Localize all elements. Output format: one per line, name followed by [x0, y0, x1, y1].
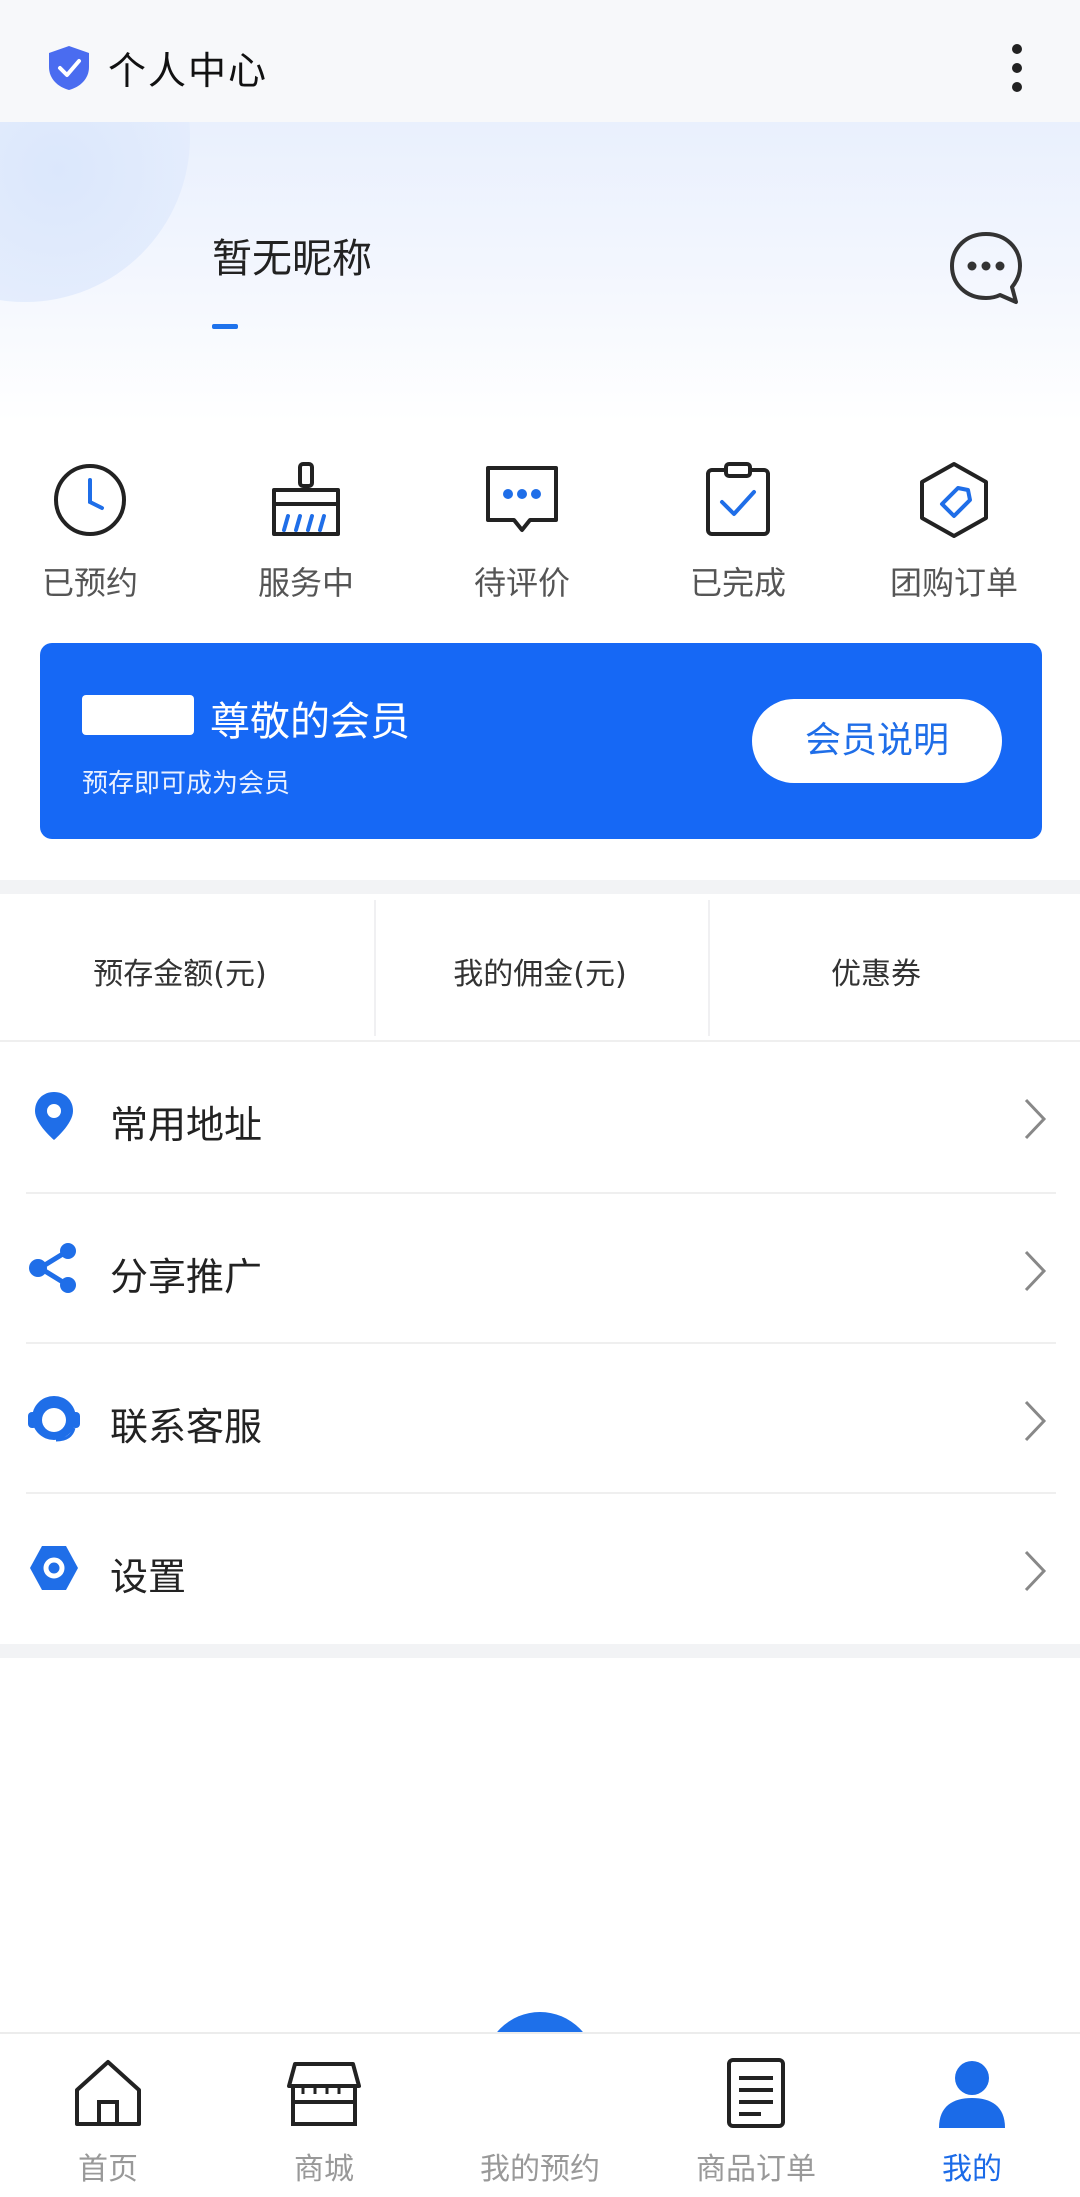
clock-icon — [54, 464, 126, 536]
menu-divider — [26, 1342, 1056, 1344]
avatar-placeholder[interactable] — [0, 122, 190, 302]
menu-item-share[interactable]: 分享推广 — [0, 1196, 1080, 1346]
member-title: 尊敬的会员 — [210, 699, 410, 745]
app-bar: 个人中心 — [0, 0, 1080, 122]
quick-completed[interactable]: 已完成 — [648, 440, 828, 610]
menu-item-address[interactable]: 常用地址 — [0, 1044, 1080, 1194]
tab-mine[interactable]: 我的 — [864, 2034, 1080, 2197]
tab-store[interactable]: 商城 — [216, 2034, 432, 2197]
stat-commission[interactable]: 我的佣金(元) — [360, 894, 720, 1040]
chevron-right-icon — [1024, 1250, 1047, 1292]
profile-header: 暂无昵称 — [0, 122, 1080, 422]
quick-label: 团购订单 — [889, 564, 1018, 602]
quick-label: 已完成 — [689, 564, 786, 602]
more-dot-icon — [1012, 82, 1022, 92]
tab-label: 首页 — [78, 2152, 138, 2187]
tab-label: 我的预约 — [480, 2152, 600, 2187]
quick-booked[interactable]: 已预约 — [0, 440, 180, 610]
member-info-button[interactable]: 会员说明 — [752, 699, 1002, 783]
bottom-nav: 首页 商城 我的预约 商品订单 我的 — [0, 2032, 1080, 2197]
menu-divider — [26, 1492, 1056, 1494]
member-subtitle: 预存即可成为会员 — [82, 769, 291, 799]
stat-coupons[interactable]: 优惠券 — [696, 894, 1056, 1040]
menu-item-label: 常用地址 — [110, 1103, 263, 1147]
member-badge — [82, 695, 194, 735]
section-divider — [0, 880, 1080, 894]
menu-divider — [26, 1192, 1056, 1194]
quick-in-service[interactable]: 服务中 — [216, 440, 396, 610]
menu-item-label: 分享推广 — [110, 1255, 263, 1299]
member-card: 尊敬的会员 预存即可成为会员 会员说明 — [40, 643, 1042, 839]
more-dot-icon — [1012, 44, 1022, 54]
page-title: 个人中心 — [108, 49, 269, 93]
chevron-right-icon — [1024, 1400, 1047, 1442]
quick-label: 服务中 — [257, 564, 354, 602]
store-icon — [287, 2062, 361, 2126]
chevron-right-icon — [1024, 1550, 1047, 1592]
menu-item-settings[interactable]: 设置 — [0, 1496, 1080, 1646]
tag-icon — [920, 462, 988, 538]
more-dot-icon — [1012, 63, 1022, 73]
location-pin-icon — [35, 1092, 73, 1140]
headset-icon — [28, 1396, 80, 1442]
clipboard-check-icon — [706, 462, 770, 536]
tab-my-bookings[interactable]: 我的预约 — [432, 2034, 648, 2197]
menu-item-label: 设置 — [110, 1555, 187, 1599]
comment-dots-icon — [486, 466, 558, 532]
chevron-right-icon — [1024, 1098, 1047, 1140]
tab-label: 商品订单 — [696, 2152, 816, 2187]
share-icon — [29, 1243, 76, 1293]
settings-hex-icon — [30, 1546, 78, 1590]
menu-item-label: 联系客服 — [110, 1405, 263, 1449]
tab-label: 我的 — [942, 2152, 1002, 2187]
stats-row: 预存金额(元) 我的佣金(元) 优惠券 — [0, 894, 1080, 1040]
message-bubble-icon[interactable] — [946, 228, 1026, 308]
stat-prepaid-amount[interactable]: 预存金额(元) — [0, 894, 360, 1040]
shield-check-icon — [49, 46, 89, 90]
tab-label: 商城 — [294, 2152, 354, 2187]
stats-bottom-divider — [0, 1040, 1080, 1042]
order-list-icon — [727, 2058, 785, 2128]
order-status-row: 已预约 服务中 待评价 已完成 团购订单 — [0, 440, 1080, 610]
quick-label: 已预约 — [41, 564, 138, 602]
quick-group-orders[interactable]: 团购订单 — [864, 440, 1044, 610]
broom-icon — [272, 462, 340, 536]
menu-item-support[interactable]: 联系客服 — [0, 1346, 1080, 1496]
tab-product-orders[interactable]: 商品订单 — [648, 2034, 864, 2197]
nickname[interactable]: 暂无昵称 — [212, 226, 372, 284]
quick-label: 待评价 — [473, 564, 570, 602]
more-menu-button[interactable] — [1000, 40, 1034, 96]
nickname-underline — [212, 324, 238, 329]
home-icon — [75, 2060, 141, 2126]
user-icon — [939, 2061, 1005, 2128]
section-divider — [0, 1644, 1080, 1658]
tab-home[interactable]: 首页 — [0, 2034, 216, 2197]
quick-to-review[interactable]: 待评价 — [432, 440, 612, 610]
